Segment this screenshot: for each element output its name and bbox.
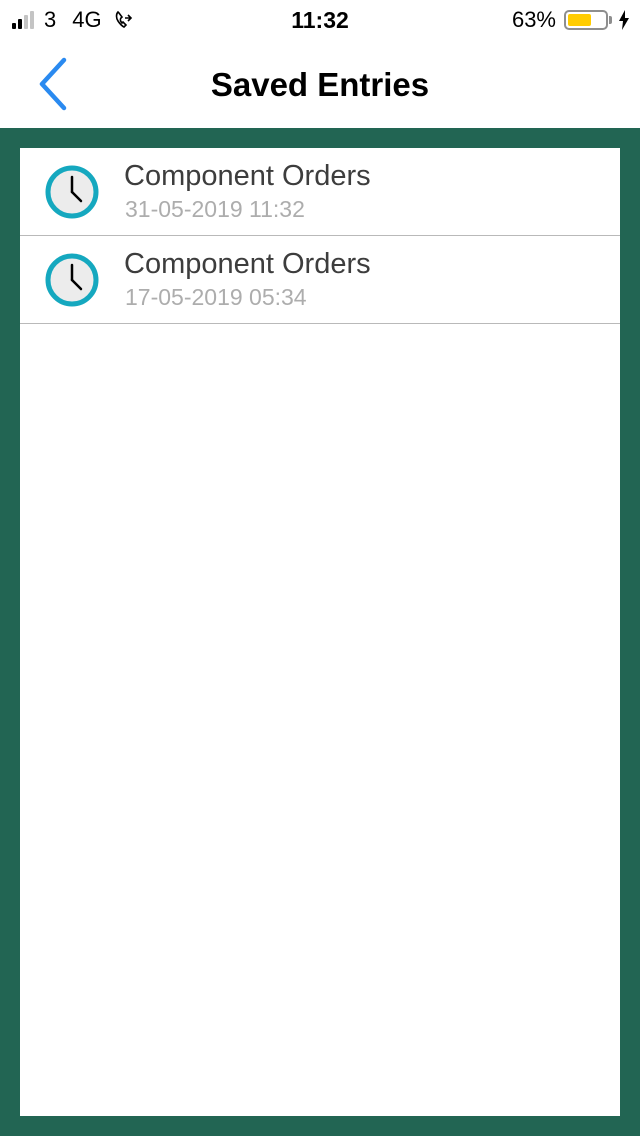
content-background: Component Orders 31-05-2019 11:32 Compon… — [0, 128, 640, 1136]
battery-percent-label: 63% — [511, 7, 556, 32]
clock-icon — [45, 165, 99, 219]
list-item[interactable]: Component Orders 31-05-2019 11:32 — [20, 148, 620, 236]
battery-tip — [609, 16, 612, 24]
battery-level-fill — [568, 14, 591, 26]
clock-icon — [45, 253, 99, 307]
saved-entries-list: Component Orders 31-05-2019 11:32 Compon… — [20, 148, 620, 1116]
entry-date: 31-05-2019 11:32 — [125, 196, 305, 222]
battery-icon — [564, 10, 608, 30]
entry-date: 17-05-2019 05:34 — [125, 284, 307, 310]
charging-bolt-icon — [619, 10, 629, 30]
navigation-bar: Saved Entries — [0, 40, 640, 128]
list-item[interactable]: Component Orders 17-05-2019 05:34 — [20, 236, 620, 324]
status-bar: 3 4G 11:32 63% — [0, 0, 640, 40]
entry-title: Component Orders — [124, 160, 371, 192]
page-title: Saved Entries — [210, 66, 430, 103]
entry-title: Component Orders — [124, 248, 371, 280]
status-right: 63% — [511, 7, 630, 32]
